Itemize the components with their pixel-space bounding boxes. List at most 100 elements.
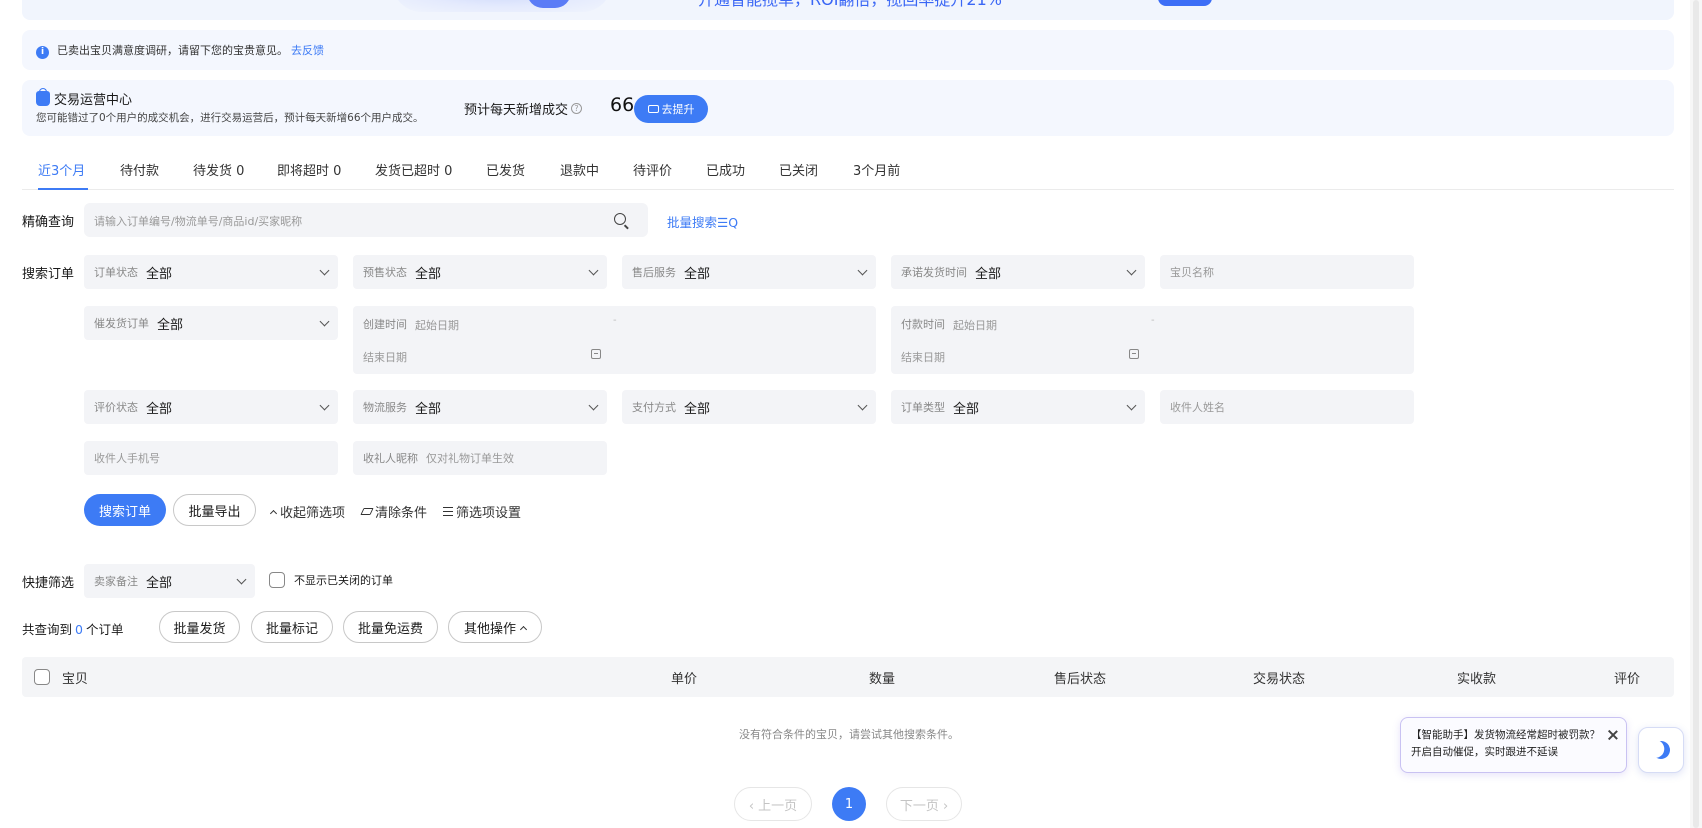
collapse-filters-label: 收起筛选项	[280, 506, 346, 521]
order-status-value: 全部	[146, 266, 173, 282]
item-name-input[interactable]: 宝贝名称	[1160, 255, 1414, 289]
hide-closed-checkbox[interactable]	[269, 572, 285, 588]
receiver-phone-input[interactable]: 收件人手机号	[84, 441, 338, 475]
scrollbar-thumb[interactable]	[1693, 0, 1699, 828]
order-status-label: 订单状态	[94, 266, 138, 279]
survey-text: 已卖出宝贝满意度调研，请留下您的宝贵意见。	[57, 44, 288, 57]
page-scrollbar[interactable]	[1690, 0, 1702, 828]
batch-search-link[interactable]: 批量搜索☰Q	[667, 212, 738, 231]
batch-export-button[interactable]: 批量导出	[173, 494, 256, 526]
review-status-value: 全部	[146, 401, 173, 417]
precise-search-label: 精确查询	[22, 215, 75, 230]
column-header-quantity: 数量	[869, 672, 896, 687]
tab-pending-shipment[interactable]: 待发货 0	[193, 154, 245, 190]
gift-receiver-placeholder: 仅对礼物订单生效	[426, 452, 514, 465]
survey-feedback-link[interactable]: 去反馈	[291, 42, 324, 58]
other-operations-label: 其他操作	[463, 621, 516, 637]
select-all-checkbox[interactable]	[34, 669, 50, 685]
survey-bar: i 已卖出宝贝满意度调研，请留下您的宝贵意见。 去反馈	[22, 30, 1674, 70]
assistant-button[interactable]	[1638, 727, 1684, 773]
result-count: 共查询到 0 个订单	[22, 619, 123, 638]
order-type-label: 订单类型	[901, 401, 945, 414]
chevron-down-icon	[236, 574, 247, 585]
chevron-down-icon	[857, 400, 868, 411]
close-icon[interactable]	[1608, 730, 1618, 740]
promised-ship-time-value: 全部	[975, 266, 1002, 282]
batch-mark-button[interactable]: 批量标记	[251, 611, 333, 643]
search-icon[interactable]	[614, 213, 626, 225]
created-time-end[interactable]: 结束日期	[363, 349, 407, 365]
pay-time-start[interactable]: 起始日期	[953, 317, 997, 333]
logistics-label: 物流服务	[363, 401, 407, 414]
prev-page-button[interactable]: ‹ 上一页	[734, 787, 812, 821]
other-operations-button[interactable]: 其他操作	[448, 611, 542, 643]
batch-free-shipping-button[interactable]: 批量免运费	[343, 611, 438, 643]
presale-status-select[interactable]: 预售状态 全部	[353, 255, 607, 289]
order-status-select[interactable]: 订单状态 全部	[84, 255, 338, 289]
logistics-select[interactable]: 物流服务 全部	[353, 390, 607, 424]
receiver-name-input[interactable]: 收件人姓名	[1160, 390, 1414, 424]
precise-search-input[interactable]: 请输入订单编号/物流单号/商品id/买家昵称	[84, 203, 648, 237]
banner-text: 开通智能揽单，ROI翻倍，揽回率提升21%	[698, 0, 1002, 9]
filter-settings-button[interactable]: 筛选项设置	[443, 502, 521, 521]
promo-banner[interactable]: 开通智能揽单，ROI翻倍，揽回率提升21%	[22, 0, 1674, 20]
banner-illustration	[392, 0, 612, 12]
upgrade-button[interactable]: 去提升	[634, 95, 708, 123]
assistant-tip[interactable]: 【智能助手】发货物流经常超时被罚款？开启自动催促，实时跟进不延误	[1400, 717, 1627, 773]
receiver-name-placeholder: 收件人姓名	[1170, 401, 1225, 414]
pay-time-range[interactable]: 付款时间 起始日期 - 结束日期	[891, 306, 1414, 374]
receiver-phone-placeholder: 收件人手机号	[94, 452, 160, 465]
review-status-select[interactable]: 评价状态 全部	[84, 390, 338, 424]
result-count-suffix: 个订单	[85, 622, 124, 637]
collapse-filters-button[interactable]: 收起筛选项	[269, 502, 346, 521]
shopping-bag-icon	[36, 88, 50, 106]
urge-ship-select[interactable]: 催发货订单 全部	[84, 306, 338, 340]
help-icon[interactable]: ?	[571, 103, 583, 114]
seller-note-select[interactable]: 卖家备注 全部	[84, 564, 255, 598]
tab-refunding[interactable]: 退款中	[560, 154, 600, 190]
page-number-current[interactable]: 1	[832, 787, 866, 821]
tab-last-3-months[interactable]: 近3个月	[38, 154, 88, 190]
calendar-icon[interactable]	[1129, 349, 1139, 359]
tab-succeeded[interactable]: 已成功	[706, 154, 746, 190]
payment-method-select[interactable]: 支付方式 全部	[622, 390, 876, 424]
column-header-received-amount: 实收款	[1457, 672, 1497, 687]
ops-center-panel: 交易运营中心 您可能错过了0个用户的成交机会，进行交易运营后，预计每天新增66个…	[22, 80, 1674, 136]
tab-older-than-3-months[interactable]: 3个月前	[853, 154, 903, 190]
tab-shipped[interactable]: 已发货	[486, 154, 526, 190]
calendar-icon[interactable]	[591, 349, 601, 359]
column-header-unit-price: 单价	[671, 672, 698, 687]
batch-ship-button[interactable]: 批量发货	[159, 611, 240, 643]
tab-pending-review[interactable]: 待评价	[633, 154, 673, 190]
promised-ship-time-select[interactable]: 承诺发货时间 全部	[891, 255, 1145, 289]
result-count-number: 0	[75, 622, 83, 637]
order-type-select[interactable]: 订单类型 全部	[891, 390, 1145, 424]
chevron-down-icon	[319, 265, 330, 276]
created-time-start[interactable]: 起始日期	[415, 317, 459, 333]
tab-ship-overdue[interactable]: 发货已超时 0	[375, 154, 453, 190]
tab-closed[interactable]: 已关闭	[779, 154, 819, 190]
next-page-button[interactable]: 下一页 ›	[886, 787, 962, 821]
created-time-range[interactable]: 创建时间 起始日期 - 结束日期	[353, 306, 876, 374]
clear-conditions-button[interactable]: 清除条件	[360, 502, 427, 521]
column-header-after-sale-status: 售后状态	[1054, 672, 1107, 687]
gift-receiver-input[interactable]: 收礼人昵称 仅对礼物订单生效	[353, 441, 607, 475]
after-sale-select[interactable]: 售后服务 全部	[622, 255, 876, 289]
gift-receiver-label: 收礼人昵称	[363, 452, 418, 465]
urge-ship-label: 催发货订单	[94, 317, 149, 330]
chevron-up-icon	[269, 509, 278, 518]
review-status-label: 评价状态	[94, 401, 138, 414]
empty-state-text: 没有符合条件的宝贝，请尝试其他搜索条件。	[739, 728, 959, 741]
filter-settings-label: 筛选项设置	[456, 506, 522, 521]
banner-button[interactable]	[1158, 0, 1212, 6]
search-orders-button[interactable]: 搜索订单	[84, 494, 166, 526]
tab-near-timeout[interactable]: 即将超时 0	[277, 154, 341, 190]
after-sale-value: 全部	[684, 266, 711, 282]
tab-pending-payment[interactable]: 待付款	[120, 154, 160, 190]
info-icon: i	[36, 45, 49, 59]
list-icon	[443, 507, 453, 516]
upgrade-button-label: 去提升	[661, 103, 695, 116]
estimate-count: 66	[610, 94, 635, 116]
pay-time-end[interactable]: 结束日期	[901, 349, 945, 365]
search-orders-label: 搜索订单	[22, 267, 75, 282]
